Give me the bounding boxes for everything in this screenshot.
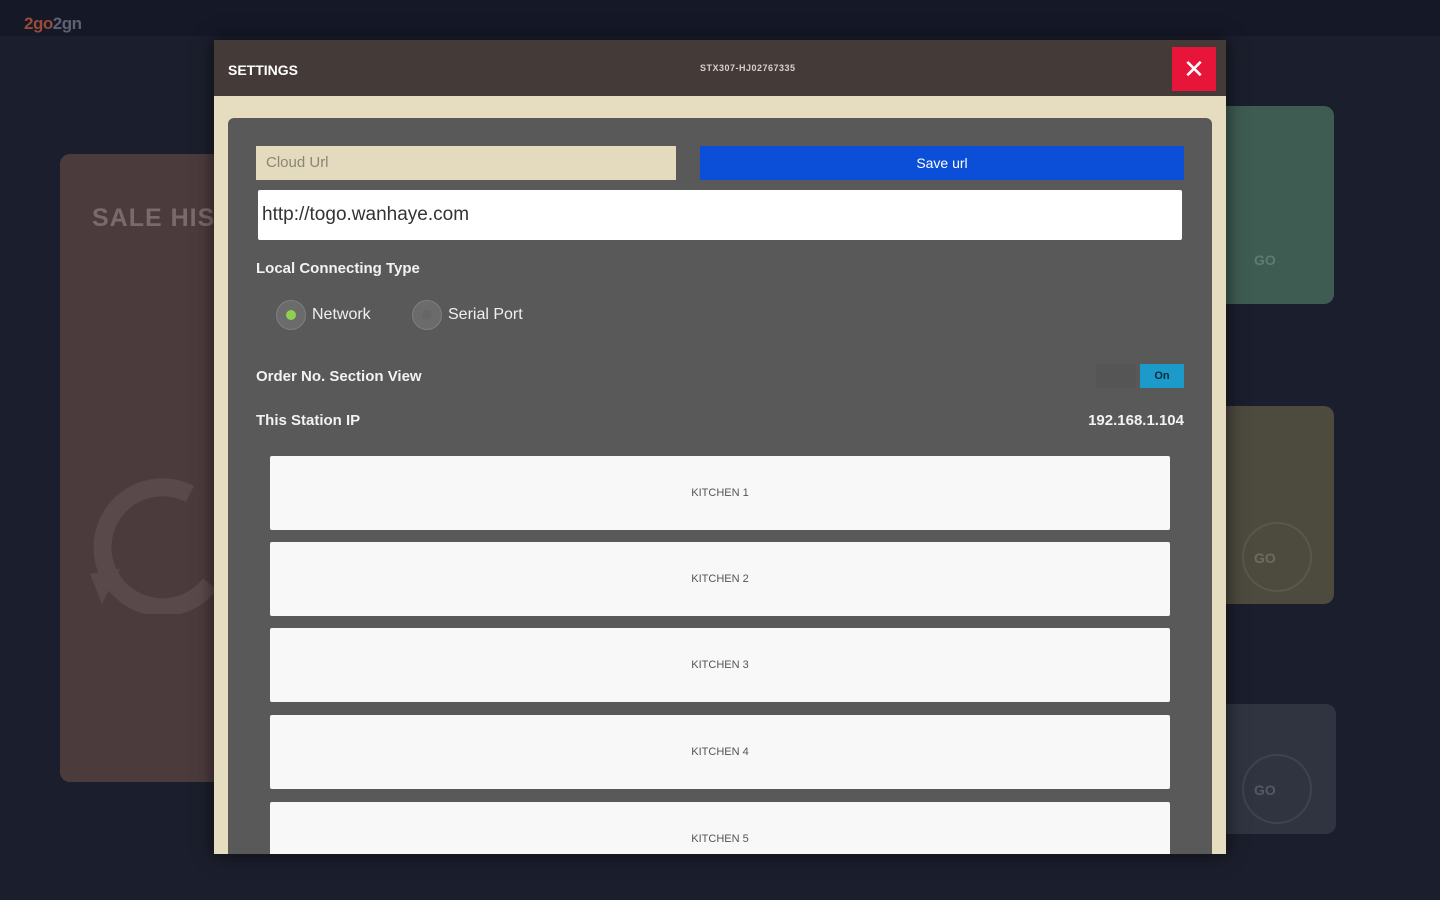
radio-serial-port[interactable]: Serial Port	[412, 300, 523, 330]
cloud-url-label: Cloud Url	[256, 146, 676, 180]
close-button[interactable]: ✕	[1172, 47, 1216, 91]
go-label-3: GO	[1254, 782, 1276, 798]
toggle-on-label: On	[1140, 364, 1184, 388]
top-bar	[0, 0, 1440, 36]
local-connecting-type-label: Local Connecting Type	[256, 260, 420, 277]
radio-label: Serial Port	[448, 306, 523, 323]
station-ip-value: 192.168.1.104	[1088, 412, 1184, 429]
background-card-1[interactable]: GO	[1210, 106, 1334, 304]
station-id: STX307-HJ02767335	[700, 63, 796, 73]
sale-history-title: SALE HIST	[92, 204, 232, 232]
toggle-track	[1096, 364, 1136, 388]
go-ring	[1242, 522, 1312, 592]
background-card-2[interactable]: GO	[1210, 406, 1334, 604]
cloud-url-input[interactable]	[258, 190, 1182, 240]
close-icon: ✕	[1183, 54, 1205, 84]
kitchen-button-1[interactable]: KITCHEN 1	[270, 456, 1170, 530]
settings-modal: SETTINGS STX307-HJ02767335 ✕ Cloud Url S…	[214, 40, 1226, 854]
modal-header: SETTINGS STX307-HJ02767335 ✕	[214, 40, 1226, 96]
kitchen-button-4[interactable]: KITCHEN 4	[270, 715, 1170, 789]
app-logo: 2go2gn	[24, 14, 82, 33]
radio-network[interactable]: Network	[276, 300, 371, 330]
order-section-view-label: Order No. Section View	[256, 368, 422, 385]
kitchen-button-5[interactable]: KITCHEN 5	[270, 802, 1170, 854]
go-label-1: GO	[1254, 252, 1276, 268]
kitchen-button-2[interactable]: KITCHEN 2	[270, 542, 1170, 616]
station-ip-label: This Station IP	[256, 412, 361, 429]
go-ring	[1242, 754, 1312, 824]
background-card-3[interactable]: GO	[1210, 704, 1336, 834]
settings-panel: Cloud Url Save url Local Connecting Type…	[228, 118, 1212, 854]
modal-title: SETTINGS	[228, 62, 299, 78]
radio-unselected-icon	[412, 300, 442, 330]
sale-history-icon	[90, 478, 218, 614]
radio-selected-icon	[276, 300, 306, 330]
order-section-view-toggle[interactable]: On	[1096, 364, 1184, 388]
radio-label: Network	[312, 306, 371, 323]
save-url-button[interactable]: Save url	[700, 146, 1184, 180]
kitchen-button-3[interactable]: KITCHEN 3	[270, 628, 1170, 702]
go-label-2: GO	[1254, 550, 1276, 566]
